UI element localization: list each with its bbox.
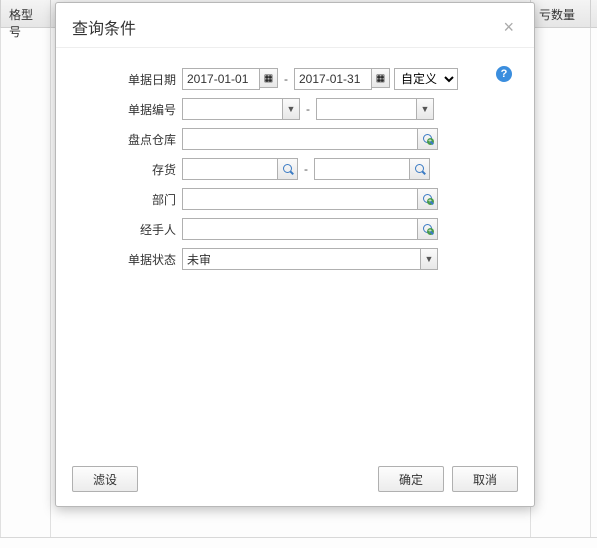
search-icon: + <box>423 134 433 144</box>
lookup-add-button[interactable]: + <box>418 188 438 210</box>
row-department: 部门 + <box>72 188 518 210</box>
search-icon <box>415 164 425 174</box>
status-input[interactable] <box>182 248 420 270</box>
range-sep: - <box>302 162 310 176</box>
dialog-title: 查询条件 <box>72 15 136 39</box>
search-icon: + <box>423 194 433 204</box>
date-range-preset-select[interactable]: 自定义 <box>394 68 458 90</box>
row-inventory: 存货 - <box>72 158 518 180</box>
close-button[interactable]: × <box>499 18 518 36</box>
chevron-down-icon[interactable]: ▼ <box>420 248 438 270</box>
department-input[interactable] <box>182 188 418 210</box>
label-status: 单据状态 <box>72 251 182 268</box>
dialog-header: 查询条件 × <box>56 3 534 48</box>
label-department: 部门 <box>72 191 182 208</box>
label-date: 单据日期 <box>72 71 182 88</box>
plus-icon: + <box>427 198 434 205</box>
lookup-button[interactable] <box>410 158 430 180</box>
search-icon: + <box>423 224 433 234</box>
query-conditions-dialog: 查询条件 × ? 单据日期 ▦ - ▦ 自定义 <box>55 2 535 507</box>
lookup-add-button[interactable]: + <box>418 128 438 150</box>
calendar-icon[interactable]: ▦ <box>260 68 278 88</box>
label-inventory: 存货 <box>72 161 182 178</box>
label-warehouse: 盘点仓库 <box>72 131 182 148</box>
label-docno: 单据编号 <box>72 101 182 118</box>
docno-from-input[interactable] <box>182 98 282 120</box>
chevron-down-icon[interactable]: ▼ <box>416 98 434 120</box>
cancel-button[interactable]: 取消 <box>452 466 518 492</box>
lookup-add-button[interactable]: + <box>418 218 438 240</box>
lookup-button[interactable] <box>278 158 298 180</box>
row-status: 单据状态 ▼ <box>72 248 518 270</box>
dialog-body: ? 单据日期 ▦ - ▦ 自定义 单据编号 <box>56 48 534 456</box>
row-date: 单据日期 ▦ - ▦ 自定义 <box>72 68 518 90</box>
label-handler: 经手人 <box>72 221 182 238</box>
plus-icon: + <box>427 228 434 235</box>
plus-icon: + <box>427 138 434 145</box>
range-sep: - <box>282 72 290 86</box>
row-docno: 单据编号 ▼ - ▼ <box>72 98 518 120</box>
handler-input[interactable] <box>182 218 418 240</box>
help-icon[interactable]: ? <box>496 66 512 82</box>
bg-col-lossqty: 亏数量 <box>531 0 591 27</box>
inventory-from-input[interactable] <box>182 158 278 180</box>
docno-to-input[interactable] <box>316 98 416 120</box>
filter-settings-button[interactable]: 滤设 <box>72 466 138 492</box>
inventory-to-input[interactable] <box>314 158 410 180</box>
chevron-down-icon[interactable]: ▼ <box>282 98 300 120</box>
range-sep: - <box>304 102 312 116</box>
ok-button[interactable]: 确定 <box>378 466 444 492</box>
row-warehouse: 盘点仓库 + <box>72 128 518 150</box>
dialog-footer: 滤设 确定 取消 <box>56 456 534 506</box>
warehouse-input[interactable] <box>182 128 418 150</box>
bg-col-model: 格型号 <box>1 0 51 27</box>
search-icon <box>283 164 293 174</box>
calendar-icon[interactable]: ▦ <box>372 68 390 88</box>
date-from-input[interactable] <box>182 68 260 90</box>
date-to-input[interactable] <box>294 68 372 90</box>
row-handler: 经手人 + <box>72 218 518 240</box>
